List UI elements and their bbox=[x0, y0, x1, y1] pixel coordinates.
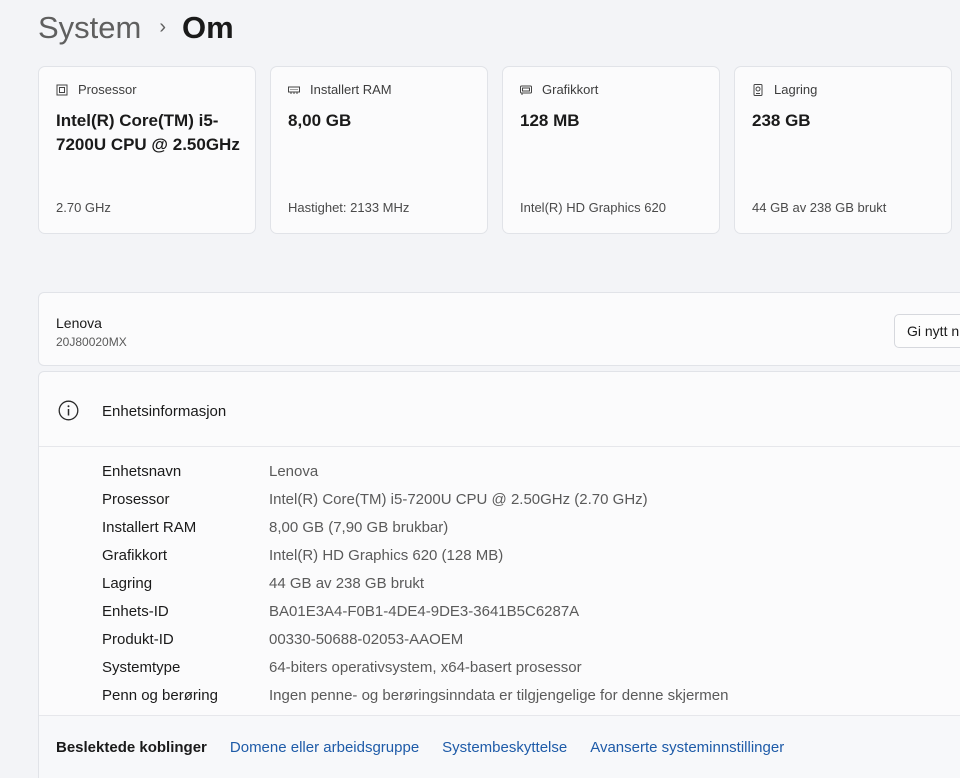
spec-row: Prosessor Intel(R) Core(TM) i5-7200U CPU… bbox=[102, 485, 728, 513]
link-advanced-system-settings[interactable]: Avanserte systeminnstillinger bbox=[590, 739, 784, 756]
spec-label: Produkt-ID bbox=[102, 630, 174, 648]
card-value: 128 MB bbox=[520, 111, 580, 130]
card-value: 238 GB bbox=[752, 111, 811, 130]
device-info-panel: Enhetsinformasjon Enhetsnavn Lenova Pros… bbox=[38, 371, 960, 778]
spec-value: 44 GB av 238 GB brukt bbox=[269, 574, 425, 592]
device-name: Lenova bbox=[56, 315, 102, 331]
spec-label: Systemtype bbox=[102, 658, 181, 676]
card-detail: Hastighet: 2133 MHz bbox=[288, 200, 410, 215]
graphics-card-icon bbox=[520, 84, 532, 96]
card-header: Installert RAM bbox=[288, 82, 392, 97]
spec-label: Grafikkort bbox=[102, 546, 168, 564]
info-icon bbox=[58, 400, 79, 421]
spec-value: 64-biters operativsystem, x64-basert pro… bbox=[269, 658, 582, 676]
device-name-panel: Lenova 20J80020MX Gi nytt n bbox=[38, 292, 960, 366]
spec-value: Intel(R) Core(TM) i5-7200U CPU @ 2.50GHz… bbox=[269, 490, 648, 508]
card-label: Lagring bbox=[774, 82, 818, 97]
card-graphics: Grafikkort 128 MB Intel(R) HD Graphics 6… bbox=[502, 66, 720, 234]
spec-label: Enhets-ID bbox=[102, 602, 169, 620]
related-links: Beslektede koblinger Domene eller arbeid… bbox=[56, 739, 807, 756]
card-header: Grafikkort bbox=[520, 82, 598, 97]
spec-cards: Prosessor Intel(R) Core(TM) i5-7200U CPU… bbox=[38, 66, 952, 234]
rename-pc-button[interactable]: Gi nytt n bbox=[894, 314, 960, 348]
related-links-bar: Beslektede koblinger Domene eller arbeid… bbox=[39, 715, 960, 778]
card-ram: Installert RAM 8,00 GB Hastighet: 2133 M… bbox=[270, 66, 488, 234]
spec-value: BA01E3A4-F0B1-4DE4-9DE3-3641B5C6287A bbox=[269, 602, 580, 620]
card-value: Intel(R) Core(TM) i5-7200U CPU @ 2.50GHz bbox=[56, 111, 240, 154]
spec-label: Installert RAM bbox=[102, 518, 197, 536]
spec-value: 00330-50688-02053-AAOEM bbox=[269, 630, 464, 648]
spec-value: Intel(R) HD Graphics 620 (128 MB) bbox=[269, 546, 504, 564]
ram-icon bbox=[288, 84, 300, 96]
spec-value: 8,00 GB (7,90 GB brukbar) bbox=[269, 518, 449, 536]
spec-row: Installert RAM 8,00 GB (7,90 GB brukbar) bbox=[102, 513, 728, 541]
device-info-title: Enhetsinformasjon bbox=[102, 403, 227, 420]
related-links-title: Beslektede koblinger bbox=[56, 739, 207, 756]
card-detail: 44 GB av 238 GB brukt bbox=[752, 200, 887, 215]
spec-list: Enhetsnavn Lenova Prosessor Intel(R) Cor… bbox=[102, 457, 728, 709]
spec-label: Prosessor bbox=[102, 490, 170, 508]
spec-row: Produkt-ID 00330-50688-02053-AAOEM bbox=[102, 625, 728, 653]
spec-row: Penn og berøring Ingen penne- og berørin… bbox=[102, 681, 728, 709]
card-processor: Prosessor Intel(R) Core(TM) i5-7200U CPU… bbox=[38, 66, 256, 234]
spec-row: Grafikkort Intel(R) HD Graphics 620 (128… bbox=[102, 541, 728, 569]
breadcrumb-separator: › bbox=[159, 15, 167, 38]
card-detail: 2.70 GHz bbox=[56, 200, 111, 215]
spec-value: Ingen penne- og berøringsinndata er tilg… bbox=[269, 686, 729, 704]
storage-icon bbox=[752, 83, 764, 96]
spec-row: Enhetsnavn Lenova bbox=[102, 457, 728, 485]
spec-label: Penn og berøring bbox=[102, 686, 218, 704]
card-header: Lagring bbox=[752, 82, 817, 97]
card-value: 8,00 GB bbox=[288, 111, 352, 130]
page-title: Om bbox=[182, 10, 234, 45]
breadcrumb: System › Om bbox=[38, 6, 234, 50]
spec-label: Lagring bbox=[102, 574, 153, 592]
spec-row: Lagring 44 GB av 238 GB brukt bbox=[102, 569, 728, 597]
device-model: 20J80020MX bbox=[56, 335, 127, 349]
spec-row: Systemtype 64-biters operativsystem, x64… bbox=[102, 653, 728, 681]
card-storage: Lagring 238 GB 44 GB av 238 GB brukt bbox=[734, 66, 952, 234]
card-label: Grafikkort bbox=[542, 82, 599, 97]
spec-row: Enhets-ID BA01E3A4-F0B1-4DE4-9DE3-3641B5… bbox=[102, 597, 728, 625]
spec-value: Lenova bbox=[269, 462, 319, 480]
card-header: Prosessor bbox=[56, 82, 137, 97]
processor-icon bbox=[56, 84, 68, 96]
spec-label: Enhetsnavn bbox=[102, 462, 182, 480]
device-info-header[interactable]: Enhetsinformasjon bbox=[39, 372, 960, 447]
card-label: Installert RAM bbox=[310, 82, 392, 97]
card-label: Prosessor bbox=[78, 82, 137, 97]
card-detail: Intel(R) HD Graphics 620 bbox=[520, 200, 666, 215]
link-system-protection[interactable]: Systembeskyttelse bbox=[442, 739, 567, 756]
breadcrumb-system-link[interactable]: System bbox=[38, 10, 141, 46]
link-domain-workgroup[interactable]: Domene eller arbeidsgruppe bbox=[230, 739, 419, 756]
